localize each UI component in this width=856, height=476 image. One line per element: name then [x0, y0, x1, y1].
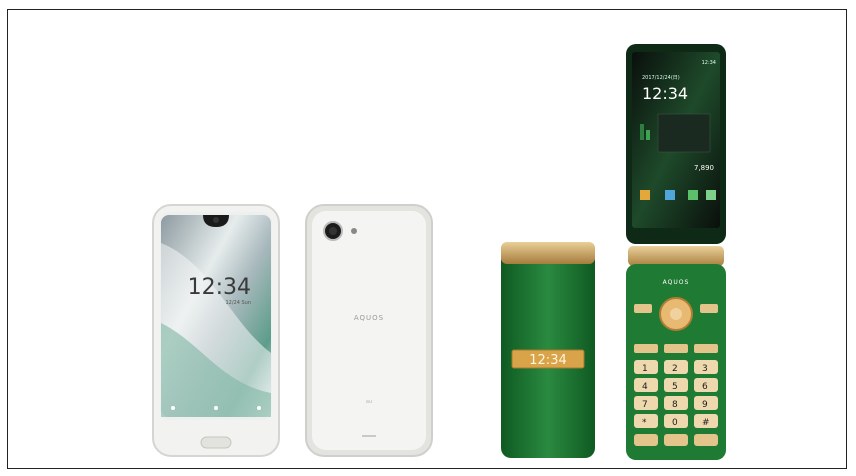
keypad-brand: AQUOS — [663, 279, 690, 286]
outer-clock: 12:34 — [529, 353, 566, 368]
key-7: 7 — [642, 400, 648, 410]
svg-text:au: au — [366, 399, 372, 405]
flip-phone-open: 12:34 2017/12/24(日) 12:34 7,890 AQUOS 1 … — [626, 44, 726, 460]
step-count: 7,890 — [694, 164, 714, 172]
open-clock: 12:34 — [642, 84, 688, 103]
key-9: 9 — [702, 400, 708, 410]
front-date: 12/24 Sun — [225, 300, 251, 306]
front-clock: 12:34 — [188, 275, 251, 300]
app-icon-1 — [640, 190, 650, 200]
flash — [351, 228, 357, 234]
smartphone-front: 12:34 12/24 Sun — [152, 204, 280, 457]
open-hinge — [628, 246, 724, 266]
home-button — [200, 436, 232, 449]
smartphone-back: AQUOS au — [305, 204, 433, 457]
key-0: 0 — [672, 418, 678, 428]
status-time: 12:34 — [702, 60, 716, 66]
key-6: 6 — [702, 382, 708, 392]
app-icon-2 — [665, 190, 675, 200]
calendar-widget — [657, 113, 711, 153]
key-star: * — [642, 418, 647, 428]
back-brand: AQUOS — [354, 314, 384, 322]
key-1: 1 — [642, 364, 648, 374]
flip-phone-closed: 12:34 — [501, 242, 595, 458]
image-frame: 12:34 12/24 Sun AQUOS au 12:34 12:34 201… — [7, 9, 847, 469]
key-hash: # — [702, 418, 710, 428]
key-5: 5 — [672, 382, 678, 392]
key-8: 8 — [672, 400, 678, 410]
key-4: 4 — [642, 382, 648, 392]
open-date: 2017/12/24(日) — [642, 75, 680, 81]
key-2: 2 — [672, 364, 678, 374]
hinge — [501, 242, 595, 264]
app-icon-3 — [688, 190, 698, 200]
app-icon-4 — [706, 190, 716, 200]
key-3: 3 — [702, 364, 708, 374]
